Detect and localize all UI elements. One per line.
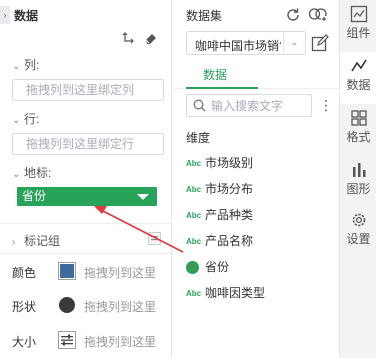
field-item[interactable]: Abc 市场分布 bbox=[186, 180, 253, 198]
field-item[interactable]: Abc 产品种类 bbox=[186, 206, 253, 224]
component-icon bbox=[350, 5, 367, 23]
collapse-panel-button[interactable]: › bbox=[0, 6, 10, 24]
eraser-icon[interactable] bbox=[144, 31, 158, 45]
field-item[interactable]: Abc 咖啡因类型 bbox=[186, 284, 265, 302]
shape-icon[interactable] bbox=[58, 296, 76, 314]
settings-icon bbox=[352, 213, 365, 227]
format-icon bbox=[350, 110, 367, 126]
data-binding-panel: › 数据 ⌄ 列: 拖拽列到这里绑定列 ⌄ 行: 拖拽列到这里绑定行 ⌄ 地标: 省份… bbox=[0, 0, 172, 358]
sidebar-item-settings[interactable]: 设置 bbox=[340, 206, 376, 258]
shape-drop-zone[interactable]: 拖拽列到这里 bbox=[84, 298, 156, 315]
color-icon[interactable] bbox=[58, 262, 76, 280]
search-icon bbox=[193, 99, 206, 112]
geo-section-label[interactable]: ⌄ 地标: bbox=[12, 164, 51, 181]
chevron-right-icon: › bbox=[12, 237, 16, 248]
rows-section-label[interactable]: ⌄ 行: bbox=[12, 110, 39, 127]
field-search[interactable] bbox=[186, 94, 312, 117]
data-icon bbox=[350, 59, 367, 72]
sidebar-item-data[interactable]: 数据 bbox=[340, 52, 376, 104]
chevron-down-icon: ⌄ bbox=[12, 169, 21, 180]
sidebar-item-component[interactable]: 组件 bbox=[340, 0, 376, 52]
swap-axes-icon[interactable] bbox=[122, 31, 136, 45]
columns-drop-zone[interactable]: 拖拽列到这里绑定列 bbox=[12, 79, 164, 101]
refresh-icon[interactable] bbox=[285, 7, 301, 23]
text-type-icon: Abc bbox=[186, 289, 202, 299]
divider bbox=[0, 253, 171, 254]
sidebar-item-format[interactable]: 格式 bbox=[340, 104, 376, 156]
color-label: 颜色 bbox=[12, 266, 37, 280]
tab-active-indicator bbox=[186, 87, 258, 89]
dataset-panel: 数据集 咖啡中国市场销售 ⌄ 数据 ⋮ 维度 Abc市场级别 Abc市场分布 A… bbox=[173, 0, 339, 358]
size-drop-zone[interactable]: 拖拽列到这里 bbox=[84, 333, 156, 350]
size-icon[interactable] bbox=[58, 331, 76, 349]
chevron-down-icon[interactable]: ⌄ bbox=[283, 32, 305, 54]
columns-section-label[interactable]: ⌄ 列: bbox=[12, 56, 39, 73]
text-type-icon: Abc bbox=[186, 211, 202, 221]
sidebar-item-chart[interactable]: 图形 bbox=[340, 156, 376, 208]
divider bbox=[0, 223, 171, 224]
geo-field-pill[interactable]: 省份 bbox=[17, 187, 157, 206]
rows-drop-zone[interactable]: 拖拽列到这里绑定行 bbox=[12, 133, 164, 155]
field-item[interactable]: Abc 市场级别 bbox=[186, 154, 253, 172]
right-sidebar: 组件 数据 格式 图形 设置 bbox=[339, 0, 376, 358]
chevron-down-icon: ⌄ bbox=[12, 61, 21, 72]
color-drop-zone[interactable]: 拖拽列到这里 bbox=[84, 264, 156, 281]
chevron-down-icon: ⌄ bbox=[12, 115, 21, 126]
size-label: 大小 bbox=[12, 335, 37, 349]
dataset-title: 数据集 bbox=[186, 9, 223, 23]
marks-settings-icon[interactable] bbox=[148, 232, 161, 245]
field-item[interactable]: 省份 bbox=[186, 258, 229, 276]
dimension-title: 维度 bbox=[186, 131, 211, 145]
edit-dataset-icon[interactable] bbox=[311, 34, 329, 52]
panel-title: 数据 bbox=[14, 9, 39, 23]
text-type-icon: Abc bbox=[186, 237, 202, 247]
text-type-icon: Abc bbox=[186, 159, 202, 169]
globe-icon bbox=[186, 261, 199, 275]
field-item[interactable]: Abc 产品名称 bbox=[186, 232, 253, 250]
shape-label: 形状 bbox=[12, 300, 37, 314]
chart-icon bbox=[352, 163, 365, 177]
dataset-link-icon[interactable] bbox=[308, 6, 328, 23]
more-options-icon[interactable]: ⋮ bbox=[319, 98, 333, 112]
search-input[interactable] bbox=[211, 98, 307, 113]
dataset-select[interactable]: 咖啡中国市场销售 ⌄ bbox=[186, 31, 306, 55]
dataset-select-value: 咖啡中国市场销售 bbox=[195, 39, 281, 53]
tab-data[interactable]: 数据 bbox=[203, 66, 227, 83]
marks-group-toggle[interactable]: › 标记组 bbox=[12, 232, 60, 249]
dropdown-triangle-icon[interactable] bbox=[137, 194, 149, 200]
text-type-icon: Abc bbox=[186, 185, 202, 195]
